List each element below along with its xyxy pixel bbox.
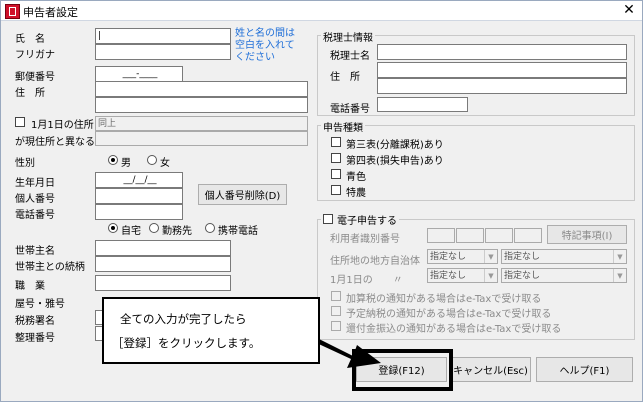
callout-line-1: 全ての入力が完了したら bbox=[120, 312, 247, 326]
callout-arrow bbox=[295, 328, 381, 368]
dialog-window: 申告者設定 ✕ 氏 名 | フリガナ 姓と名の間は 空白を入れて ください 郵便… bbox=[0, 0, 643, 402]
callout-line-2: ［登録］をクリックします。 bbox=[112, 336, 261, 350]
instruction-callout: 全ての入力が完了したら ［登録］をクリックします。 bbox=[102, 297, 320, 364]
